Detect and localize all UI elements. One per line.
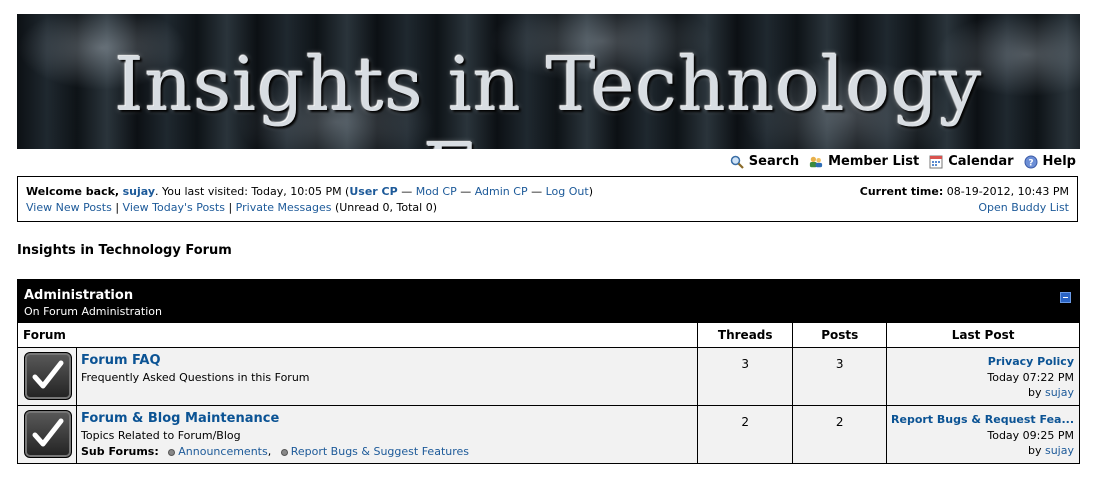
search-link[interactable]: Search — [730, 154, 799, 169]
category-title-link[interactable]: Administration — [24, 288, 133, 303]
calendar-label: Calendar — [948, 154, 1014, 169]
category-header: Administration On Forum Administration — [18, 280, 1079, 323]
last-post-time: Today 09:25 PM — [987, 428, 1074, 442]
buddy-list: Open Buddy List — [978, 201, 1069, 214]
last-post-user-link[interactable]: sujay — [1045, 386, 1074, 399]
last-post-title-link[interactable]: Privacy Policy — [887, 354, 1074, 370]
log-out-link[interactable]: Log Out — [546, 185, 589, 198]
subforum-status-icon — [280, 448, 288, 456]
welcome-panel: Welcome back, sujay. You last visited: T… — [17, 176, 1078, 222]
forum-read-icon[interactable] — [24, 410, 72, 458]
column-headers: Forum Threads Posts Last Post — [18, 323, 1079, 348]
last-post-user-link[interactable]: sujay — [1045, 444, 1074, 457]
welcome-greeting: Welcome back, — [26, 185, 120, 198]
forum-table: Administration On Forum Administration F… — [17, 279, 1080, 464]
help-link[interactable]: ? Help — [1024, 154, 1076, 169]
page-title: Insights in Technology Forum — [17, 243, 232, 258]
last-post-cell: Privacy Policy Today 07:22 PM by sujay — [886, 347, 1079, 406]
forum-title-link[interactable]: Forum & Blog Maintenance — [81, 411, 692, 426]
pipe-separator: | — [224, 201, 236, 214]
top-navigation: Search Member List Calendar ? Help — [730, 154, 1076, 169]
category-description: On Forum Administration — [24, 305, 162, 318]
help-label: Help — [1042, 154, 1076, 169]
welcome-line: Welcome back, sujay. You last visited: T… — [26, 185, 593, 198]
forum-description: Frequently Asked Questions in this Forum — [81, 371, 310, 384]
username-link[interactable]: sujay — [123, 185, 155, 198]
user-cp-link[interactable]: User CP — [349, 185, 397, 198]
member-list-link[interactable]: Member List — [809, 154, 919, 169]
mod-cp-link[interactable]: Mod CP — [416, 185, 457, 198]
forum-description: Topics Related to Forum/Blog — [81, 429, 241, 442]
forum-title-link[interactable]: Forum FAQ — [81, 353, 692, 368]
member-list-label: Member List — [828, 154, 920, 169]
svg-text:?: ? — [1028, 158, 1033, 168]
by-label: by — [1027, 444, 1042, 457]
subforum-link[interactable]: Report Bugs & Suggest Features — [291, 445, 469, 458]
forum-read-icon[interactable] — [24, 352, 72, 400]
subforums-list: Sub Forums: Announcements, Report Bugs &… — [81, 445, 470, 458]
view-todays-posts-link[interactable]: View Today's Posts — [123, 201, 225, 214]
collapse-icon[interactable] — [1060, 292, 1071, 303]
quick-links: View New Posts | View Today's Posts | Pr… — [26, 201, 437, 214]
open-buddy-list-link[interactable]: Open Buddy List — [978, 201, 1069, 214]
forum-row: Forum & Blog Maintenance Topics Related … — [18, 405, 1079, 463]
last-visit-text: . You last visited: Today, 10:05 PM ( — [155, 185, 350, 198]
forum-info: Forum FAQ Frequently Asked Questions in … — [76, 347, 699, 406]
subforum-link[interactable]: Announcements — [178, 445, 267, 458]
pm-counts: (Unread 0, Total 0) — [331, 201, 438, 214]
posts-count: 2 — [792, 405, 888, 463]
last-post-title-link[interactable]: Report Bugs & Request Fea... — [887, 412, 1074, 428]
admin-cp-link[interactable]: Admin CP — [475, 185, 528, 198]
separator: — — [456, 185, 475, 198]
col-forum: Forum — [18, 323, 699, 348]
separator: — — [397, 185, 416, 198]
threads-count: 3 — [697, 347, 794, 406]
help-icon: ? — [1024, 155, 1038, 169]
forum-info: Forum & Blog Maintenance Topics Related … — [76, 405, 699, 463]
current-time-label: Current time: — [859, 185, 944, 198]
current-time: Current time: 08-19-2012, 10:43 PM — [860, 185, 1069, 198]
close-paren: ) — [588, 185, 593, 198]
view-new-posts-link[interactable]: View New Posts — [26, 201, 112, 214]
posts-count: 3 — [792, 347, 888, 406]
pipe-separator: | — [111, 201, 123, 214]
by-label: by — [1027, 386, 1042, 399]
calendar-link[interactable]: Calendar — [929, 154, 1014, 169]
current-time-value: 08-19-2012, 10:43 PM — [946, 185, 1069, 198]
forum-row: Forum FAQ Frequently Asked Questions in … — [18, 347, 1079, 406]
last-post-cell: Report Bugs & Request Fea... Today 09:25… — [886, 405, 1079, 463]
col-threads: Threads — [697, 323, 794, 348]
col-last-post: Last Post — [886, 323, 1079, 348]
members-icon — [809, 155, 823, 169]
calendar-icon — [929, 155, 943, 169]
forum-status-cell — [18, 405, 77, 463]
search-icon — [730, 155, 744, 169]
threads-count: 2 — [697, 405, 794, 463]
subforum-status-icon — [168, 448, 176, 456]
banner-title: Insights in Technology Forum — [114, 42, 983, 149]
col-posts: Posts — [792, 323, 888, 348]
forum-banner[interactable]: Insights in Technology Forum — [17, 14, 1080, 149]
private-messages-link[interactable]: Private Messages — [236, 201, 332, 214]
separator: — — [527, 185, 546, 198]
forum-status-cell — [18, 347, 77, 406]
forums-list: Forum Threads Posts Last Post Forum FAQ … — [18, 323, 1079, 463]
subforums-label: Sub Forums: — [81, 445, 159, 458]
search-label: Search — [748, 154, 800, 169]
last-post-time: Today 07:22 PM — [987, 370, 1074, 384]
